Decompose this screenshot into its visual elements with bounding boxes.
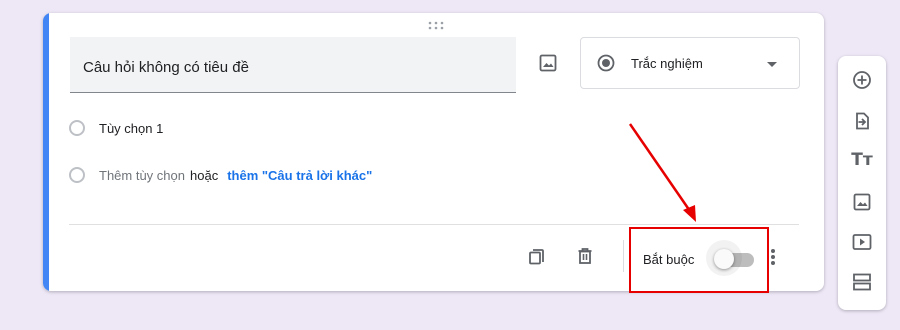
video-icon[interactable] xyxy=(850,230,874,254)
option-label[interactable]: Tùy chọn 1 xyxy=(99,121,163,136)
question-title-text: Câu hỏi không có tiêu đề xyxy=(83,59,249,76)
image-icon[interactable] xyxy=(850,190,874,214)
drag-handle-icon[interactable] xyxy=(426,18,446,30)
radio-circle-icon xyxy=(69,120,85,136)
title-icon-text: Tт xyxy=(851,150,873,170)
radio-button-icon xyxy=(597,54,615,72)
card-accent-bar xyxy=(43,13,49,291)
question-type-dropdown[interactable]: Trắc nghiệm xyxy=(580,37,800,89)
copy-icon[interactable] xyxy=(525,244,549,268)
footer-separator xyxy=(623,240,624,272)
option-row-1[interactable]: Tùy chọn 1 xyxy=(69,120,163,136)
section-icon[interactable] xyxy=(850,270,874,294)
or-text: hoặc xyxy=(190,167,219,183)
radio-circle-icon xyxy=(69,167,85,183)
side-toolbar: Tт xyxy=(838,56,886,310)
add-other-link[interactable]: thêm "Câu trả lời khác" xyxy=(227,168,372,183)
question-title-field[interactable]: Câu hỏi không có tiêu đề xyxy=(70,37,516,93)
chevron-down-icon xyxy=(767,62,777,67)
add-circle-icon[interactable] xyxy=(850,68,874,92)
annotation-highlight-box xyxy=(629,227,769,293)
import-icon[interactable] xyxy=(850,109,874,133)
annotation-arrow-icon xyxy=(628,123,696,222)
image-icon[interactable] xyxy=(536,51,560,75)
add-option-link[interactable]: Thêm tùy chọn xyxy=(99,168,185,183)
title-icon[interactable]: Tт xyxy=(850,148,874,172)
add-option-row: Thêm tùy chọn hoặc thêm "Câu trả lời khá… xyxy=(69,167,372,183)
question-type-label: Trắc nghiệm xyxy=(631,56,703,71)
trash-icon[interactable] xyxy=(573,244,597,268)
